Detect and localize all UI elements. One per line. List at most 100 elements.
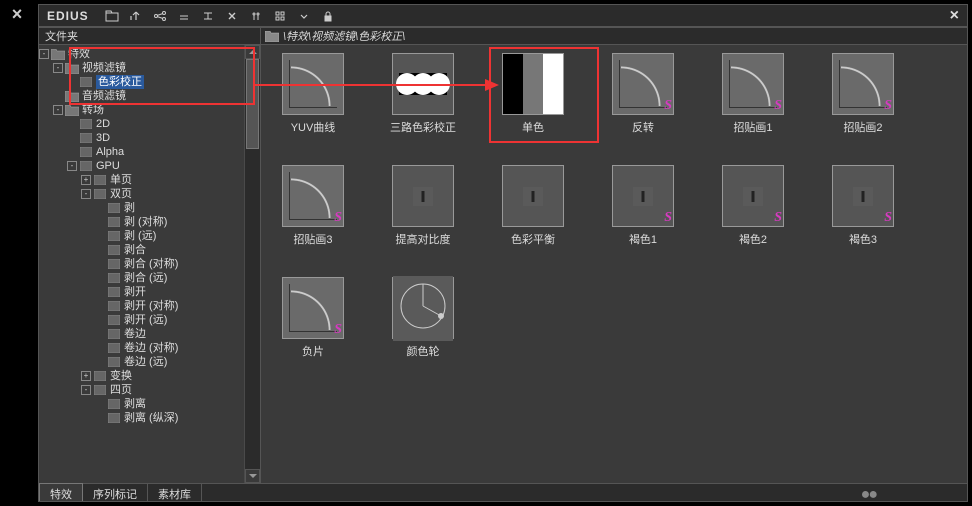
lock-icon[interactable] <box>317 8 339 24</box>
item-icon <box>107 245 121 256</box>
scroll-thumb[interactable] <box>246 59 259 149</box>
bottom-tabs: 特效序列标记素材库 <box>39 483 967 501</box>
tab-特效[interactable]: 特效 <box>39 483 83 501</box>
item-icon <box>79 161 93 172</box>
item-icon <box>107 287 121 298</box>
folder-icon <box>51 49 65 60</box>
tree-row-alpha[interactable]: Alpha <box>39 145 244 159</box>
folder-icon <box>65 91 79 102</box>
effect-item[interactable]: S 招贴画3 <box>273 165 353 247</box>
effect-label: 颜色轮 <box>407 343 440 359</box>
folder-icon <box>65 105 79 116</box>
tab-素材库[interactable]: 素材库 <box>148 484 202 501</box>
effect-item[interactable]: S 褐色3 <box>823 165 903 247</box>
titlebar: EDIUS × <box>39 5 967 27</box>
scroll-down-icon[interactable] <box>245 469 260 483</box>
effect-label: YUV曲线 <box>291 119 336 135</box>
effect-item[interactable]: 色彩平衡 <box>493 165 573 247</box>
tree-row-peel[interactable]: 剥 <box>39 201 244 215</box>
tree-row-gpu[interactable]: -GPU <box>39 159 244 173</box>
effect-item[interactable]: YUV曲线 <box>273 53 353 135</box>
badge-icon: S <box>334 322 342 338</box>
effect-item[interactable]: S 负片 <box>273 277 353 359</box>
view-icon[interactable] <box>269 8 291 24</box>
effect-item[interactable]: S 褐色1 <box>603 165 683 247</box>
badge-icon: S <box>884 98 892 114</box>
effect-label: 色彩平衡 <box>511 231 555 247</box>
effect-label: 反转 <box>632 119 654 135</box>
item-icon <box>107 301 121 312</box>
effects-grid: YUV曲线 三路色彩校正 单色 S 反转 S 招贴画1 S 招贴画2 S 招贴画… <box>261 45 967 483</box>
effect-item[interactable]: S 招贴画1 <box>713 53 793 135</box>
decorative-icon: ●● <box>861 486 876 504</box>
item-icon <box>79 147 93 158</box>
new-folder-icon[interactable] <box>101 8 123 24</box>
tab-序列标记[interactable]: 序列标记 <box>83 484 148 501</box>
share-icon[interactable] <box>149 8 171 24</box>
badge-icon: S <box>884 210 892 226</box>
item-icon <box>93 189 107 200</box>
tree-row-t2d[interactable]: 2D <box>39 117 244 131</box>
tree-row-transform[interactable]: +变换 <box>39 369 244 383</box>
scrollbar[interactable] <box>244 45 260 483</box>
up-icon[interactable] <box>125 8 147 24</box>
tree-row-transition[interactable]: -转场 <box>39 103 244 117</box>
tree-row-peel_join[interactable]: 剥合 <box>39 243 244 257</box>
dropdown-icon[interactable] <box>293 8 315 24</box>
effect-item[interactable]: S 褐色2 <box>713 165 793 247</box>
effect-item[interactable]: 颜色轮 <box>383 277 463 359</box>
collapse-icon[interactable] <box>173 8 195 24</box>
item-icon <box>107 273 121 284</box>
tree-row-roll[interactable]: 卷边 <box>39 327 244 341</box>
badge-icon: S <box>664 210 672 226</box>
expand-icon[interactable] <box>197 8 219 24</box>
folder-icon <box>265 31 279 42</box>
tree-row-peel_open_sym[interactable]: 剥开 (对称) <box>39 299 244 313</box>
tree-row-root[interactable]: -特效 <box>39 47 244 61</box>
tree-row-peel_join_far[interactable]: 剥合 (远) <box>39 271 244 285</box>
sidebar-header: 文件夹 <box>39 27 260 45</box>
tree-row-peel_off_vert[interactable]: 剥离 (纵深) <box>39 411 244 425</box>
item-icon <box>107 399 121 410</box>
scroll-up-icon[interactable] <box>245 45 260 59</box>
tree-row-peel_sym[interactable]: 剥 (对称) <box>39 215 244 229</box>
tree-row-single_page[interactable]: +单页 <box>39 173 244 187</box>
tree-row-roll_far[interactable]: 卷边 (远) <box>39 355 244 369</box>
tree-row-peel_open[interactable]: 剥开 <box>39 285 244 299</box>
effect-item[interactable]: 单色 <box>493 53 573 135</box>
tree-row-peel_off[interactable]: 剥离 <box>39 397 244 411</box>
item-icon <box>79 119 93 130</box>
tree-row-audio_filter[interactable]: 音频滤镜 <box>39 89 244 103</box>
window-close-icon[interactable]: × <box>950 7 959 25</box>
tree-row-color_correction[interactable]: 色彩校正 <box>39 75 244 89</box>
app-name: EDIUS <box>47 9 89 23</box>
effect-label: 负片 <box>302 343 324 359</box>
effect-item[interactable]: S 反转 <box>603 53 683 135</box>
effect-item[interactable]: 三路色彩校正 <box>383 53 463 135</box>
badge-icon: S <box>664 98 672 114</box>
breadcrumb-path: \特效\视频滤镜\色彩校正\ <box>283 28 405 44</box>
effect-item[interactable]: S 招贴画2 <box>823 53 903 135</box>
item-icon <box>93 175 107 186</box>
folder-tree[interactable]: -特效-视频滤镜色彩校正音频滤镜-转场2D3DAlpha-GPU+单页-双页剥剥… <box>39 45 244 483</box>
item-icon <box>93 385 107 396</box>
effect-label: 招贴画1 <box>733 119 772 135</box>
tree-row-double_page[interactable]: -双页 <box>39 187 244 201</box>
effect-item[interactable]: 提高对比度 <box>383 165 463 247</box>
tree-row-video_filter[interactable]: -视频滤镜 <box>39 61 244 75</box>
tree-row-peel_open_far[interactable]: 剥开 (远) <box>39 313 244 327</box>
content-panel: \特效\视频滤镜\色彩校正\ YUV曲线 三路色彩校正 单色 S 反转 S 招贴… <box>261 27 967 483</box>
effect-label: 提高对比度 <box>396 231 451 247</box>
delete-icon[interactable] <box>221 8 243 24</box>
tree-row-four_page[interactable]: -四页 <box>39 383 244 397</box>
tree-row-peel_join_sym[interactable]: 剥合 (对称) <box>39 257 244 271</box>
tree-row-t3d[interactable]: 3D <box>39 131 244 145</box>
tools-icon[interactable] <box>245 8 267 24</box>
tree-row-peel_far[interactable]: 剥 (远) <box>39 229 244 243</box>
badge-icon: S <box>334 210 342 226</box>
effect-label: 招贴画2 <box>843 119 882 135</box>
close-icon[interactable]: × <box>8 4 26 22</box>
window-body: 文件夹 -特效-视频滤镜色彩校正音频滤镜-转场2D3DAlpha-GPU+单页-… <box>39 27 967 483</box>
tree-row-roll_sym[interactable]: 卷边 (对称) <box>39 341 244 355</box>
item-icon <box>107 413 121 424</box>
